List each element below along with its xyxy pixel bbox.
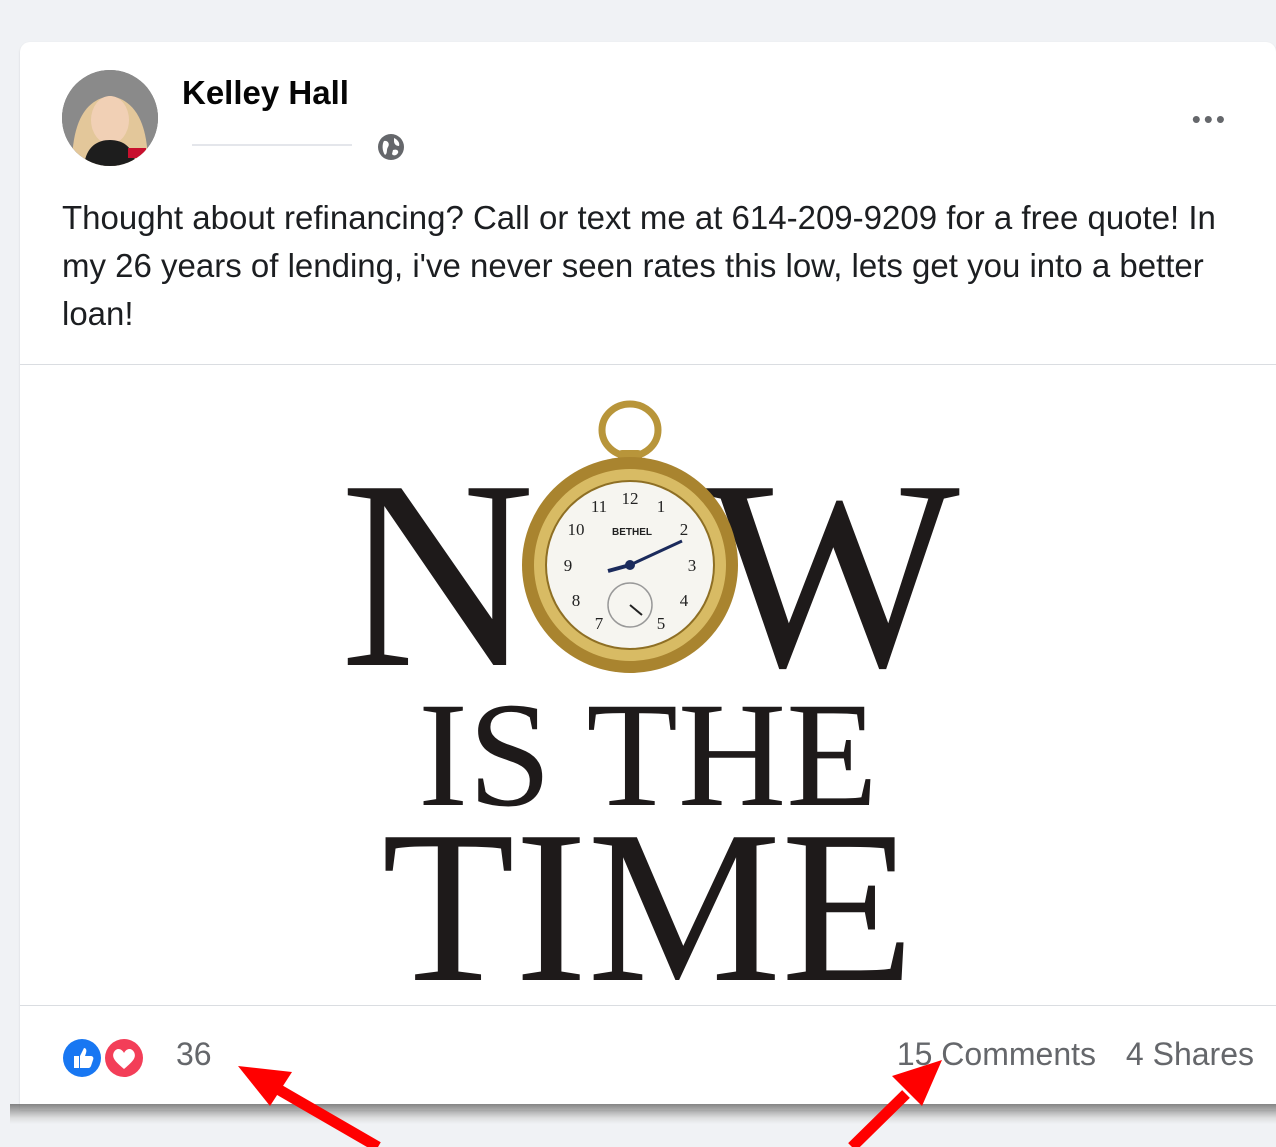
post-stats-bar: 36 15 Comments 4 Shares bbox=[20, 1006, 1276, 1110]
svg-text:8: 8 bbox=[572, 591, 581, 610]
svg-text:5: 5 bbox=[657, 614, 666, 633]
watch-brand: BETHEL bbox=[612, 527, 652, 538]
svg-text:7: 7 bbox=[595, 614, 604, 633]
avatar[interactable] bbox=[62, 70, 158, 166]
post-card: Kelley Hall ••• Thought about refinancin… bbox=[20, 42, 1276, 1110]
more-options-button[interactable]: ••• bbox=[1192, 104, 1228, 135]
svg-text:4: 4 bbox=[680, 591, 689, 610]
reaction-icons[interactable] bbox=[62, 1036, 162, 1085]
post-timestamp-placeholder bbox=[192, 144, 352, 146]
svg-text:12: 12 bbox=[622, 489, 639, 508]
card-bottom-shadow bbox=[10, 1104, 1276, 1124]
headline-line-3: TIME bbox=[382, 787, 915, 1005]
like-icon bbox=[63, 1039, 101, 1077]
svg-text:1: 1 bbox=[657, 497, 666, 516]
svg-text:3: 3 bbox=[688, 556, 697, 575]
svg-text:10: 10 bbox=[568, 520, 585, 539]
avatar-photo bbox=[62, 70, 158, 166]
post-text: Thought about refinancing? Call or text … bbox=[62, 199, 1216, 332]
love-icon bbox=[103, 1037, 145, 1079]
reaction-count[interactable]: 36 bbox=[176, 1036, 212, 1073]
author-name[interactable]: Kelley Hall bbox=[182, 74, 349, 112]
svg-text:9: 9 bbox=[564, 556, 573, 575]
now-is-the-time-graphic: N W IS THE TIME 12 1 2 3 4 5 7 8 9 10 11… bbox=[340, 400, 962, 1028]
shares-link[interactable]: 4 Shares bbox=[1126, 1036, 1254, 1073]
post-image[interactable]: N W IS THE TIME 12 1 2 3 4 5 7 8 9 10 11… bbox=[20, 364, 1276, 1028]
comments-link[interactable]: 15 Comments bbox=[897, 1036, 1096, 1073]
globe-icon bbox=[376, 132, 406, 167]
svg-text:2: 2 bbox=[680, 520, 689, 539]
svg-text:11: 11 bbox=[591, 497, 607, 516]
